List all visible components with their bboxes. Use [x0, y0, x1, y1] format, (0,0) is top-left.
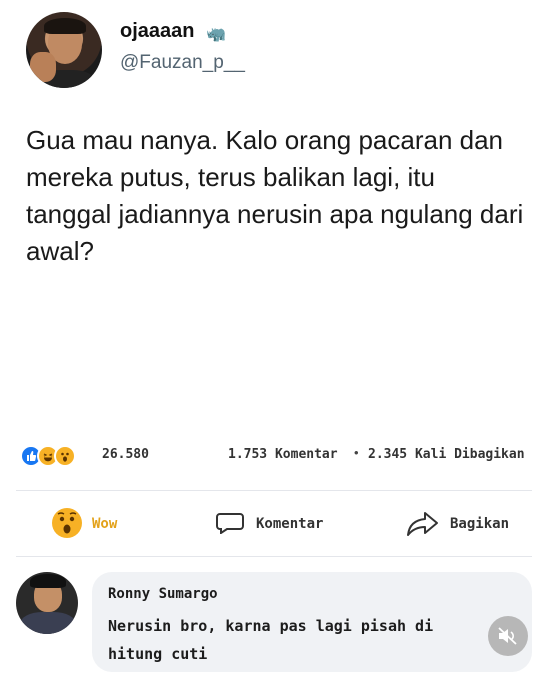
comment-count[interactable]: 1.753 Komentar — [228, 447, 338, 462]
author-avatar[interactable] — [26, 12, 102, 88]
share-icon — [407, 512, 438, 536]
divider-bottom — [16, 556, 532, 557]
rhino-emoji-icon: 🦏 — [206, 26, 226, 43]
comment-label: Komentar — [256, 516, 324, 532]
comment-bubble: Ronny Sumargo Nerusin bro, karna pas lag… — [92, 572, 532, 672]
comment-icon — [216, 513, 244, 534]
post-stats: 26.580 1.753 Komentar • 2.345 Kali Dibag… — [20, 443, 535, 471]
mute-button[interactable] — [488, 616, 528, 656]
post-text: Gua mau nanya. Kalo orang pacaran dan me… — [26, 125, 524, 266]
post-header: ojaaaan 🦏 @Fauzan_p__ — [26, 12, 506, 94]
wow-face-icon — [52, 508, 82, 538]
stats-separator: • — [354, 445, 359, 460]
reaction-count[interactable]: 26.580 — [102, 447, 149, 462]
speaker-muted-icon — [498, 627, 517, 645]
commenter-body — [20, 612, 76, 634]
author-display-name[interactable]: ojaaaan — [120, 20, 194, 43]
wow-icon — [54, 445, 76, 467]
comment-text: Nerusin bro, karna pas lagi pisah di hit… — [108, 617, 434, 663]
commenter-name[interactable]: Ronny Sumargo — [108, 586, 218, 602]
author-handle[interactable]: @Fauzan_p__ — [120, 52, 245, 74]
share-count[interactable]: 2.345 Kali Dibagikan — [368, 447, 525, 462]
divider-top — [16, 490, 532, 491]
comment-item: Ronny Sumargo Nerusin bro, karna pas lag… — [16, 568, 536, 676]
wow-label: Wow — [92, 516, 118, 532]
avatar-hand — [30, 52, 56, 82]
reaction-icons[interactable] — [20, 445, 94, 469]
commenter-hair — [30, 574, 66, 588]
share-label: Bagikan — [450, 516, 510, 532]
commenter-avatar[interactable] — [16, 572, 78, 634]
action-bar: Wow Komentar Bagikan — [16, 498, 532, 550]
avatar-hair — [44, 18, 86, 34]
